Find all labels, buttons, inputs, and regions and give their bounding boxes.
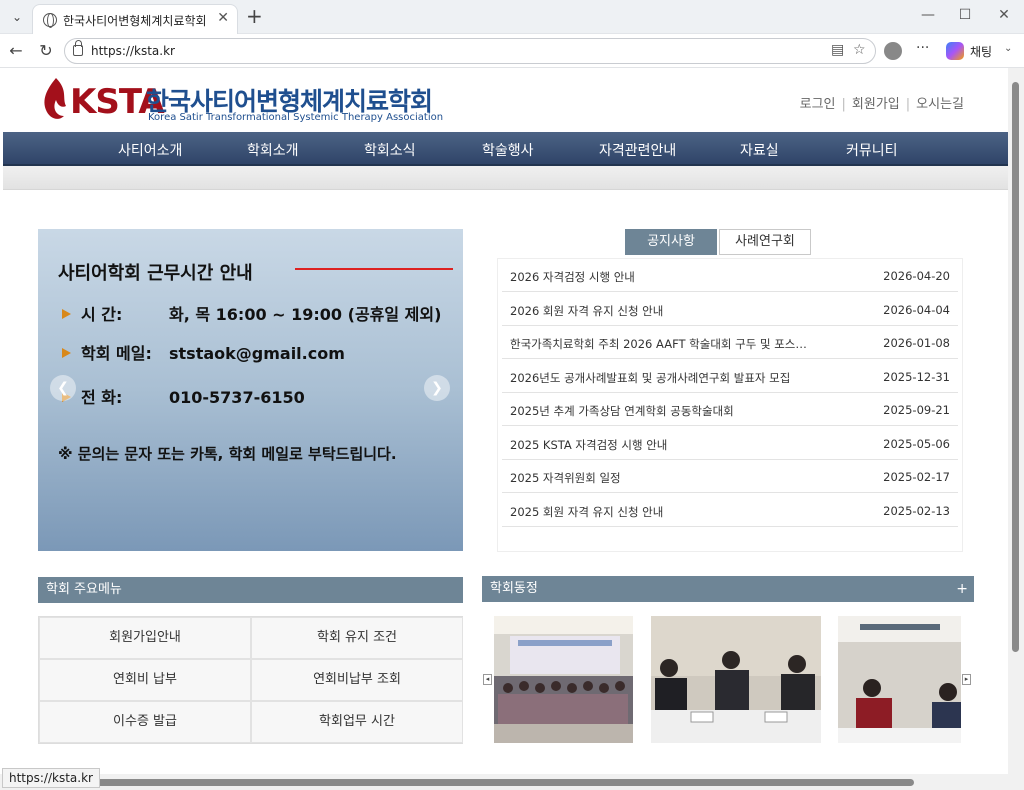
flame-logo-icon[interactable] <box>40 76 70 122</box>
tab-title: 한국사티어변형체계치료학회 <box>63 14 207 28</box>
tab-case-study[interactable]: 사례연구회 <box>719 229 811 255</box>
news-heading: 학회동정 <box>490 581 538 596</box>
browser-tab-bar: ⌄ 한국사티어변형체계치료학회 ✕ + — ☐ ✕ <box>0 0 1024 34</box>
list-item[interactable]: 2026년도 공개사례발표회 및 공개사례연구회 발표자 모집 2025-12-3… <box>502 360 958 393</box>
news-prev-icon[interactable]: ◂ <box>483 674 492 685</box>
banner-divider <box>295 268 453 270</box>
page-viewport: KSTA 한국사티어변형체계치료학회 Korea Satir Transform… <box>0 68 1024 790</box>
quick-menu-office-hours[interactable]: 학회업무 시간 <box>251 701 463 743</box>
directions-link[interactable]: 오시는길 <box>916 97 964 112</box>
tab-close-icon[interactable]: ✕ <box>217 10 229 26</box>
notice-list: 2026 자격검정 시행 안내 2026-04-20 2026 회원 자격 유지 … <box>497 258 963 552</box>
copilot-icon[interactable] <box>946 42 964 60</box>
maximize-icon[interactable]: ☐ <box>955 7 975 23</box>
news-photo-group[interactable] <box>494 616 633 743</box>
reload-icon[interactable]: ↻ <box>36 41 56 60</box>
list-item[interactable]: 2025 자격위원회 일정 2025-02-17 <box>502 460 958 493</box>
logo-english-name: Korea Satir Transformational Systemic Th… <box>148 112 444 123</box>
main-navigation: 사티어소개 학회소개 학회소식 학술행사 자격관련안내 자료실 커뮤니티 <box>3 132 1008 166</box>
address-bar[interactable]: https://ksta.kr ▤ ☆ <box>64 38 876 64</box>
vertical-scroll-thumb[interactable] <box>1012 82 1019 652</box>
back-icon[interactable]: ← <box>6 41 26 60</box>
list-item[interactable]: 2025 KSTA 자격검정 시행 안내 2025-05-06 <box>502 427 958 460</box>
tab-list-chevron-icon[interactable]: ⌄ <box>6 7 28 27</box>
minimize-icon[interactable]: — <box>918 7 938 23</box>
page-content: KSTA 한국사티어변형체계치료학회 Korea Satir Transform… <box>0 68 1008 790</box>
list-item[interactable]: 2026 자격검정 시행 안내 2026-04-20 <box>502 259 958 292</box>
nav-society-news[interactable]: 학회소식 <box>364 140 416 160</box>
triangle-bullet-icon <box>62 309 71 319</box>
nav-academic-events[interactable]: 학술행사 <box>482 140 534 160</box>
quick-menu-certificate[interactable]: 이수증 발급 <box>39 701 251 743</box>
banner-prev-icon[interactable]: ❮ <box>50 375 76 401</box>
list-item[interactable]: 2025년 추계 가족상담 연계학회 공동학술대회 2025-09-21 <box>502 393 958 426</box>
chevron-down-icon[interactable]: ⌄ <box>1004 43 1012 54</box>
nav-certification[interactable]: 자격관련안내 <box>599 140 676 160</box>
profile-avatar-icon[interactable] <box>884 42 902 60</box>
horizontal-scroll-thumb[interactable] <box>86 779 914 786</box>
news-photo-panel[interactable] <box>651 616 821 743</box>
banner-next-icon[interactable]: ❯ <box>424 375 450 401</box>
triangle-bullet-icon <box>62 348 71 358</box>
list-item[interactable]: 2025 회원 자격 유지 신청 안내 2025-02-13 <box>502 494 958 527</box>
globe-icon <box>43 13 57 28</box>
utility-links: 로그인 | 회원가입 | 오시는길 <box>799 97 964 112</box>
browser-toolbar: ← ↻ https://ksta.kr ▤ ☆ ··· 채팅 ⌄ <box>0 34 1024 68</box>
news-section-header: 학회동정 + <box>482 576 974 602</box>
office-hours-banner: 사티어학회 근무시간 안내 시 간: 화, 목 16:00 ~ 19:00 (공휴… <box>38 229 463 551</box>
banner-row-phone: 전 화: 010-5737-6150 <box>62 384 305 408</box>
window-close-icon[interactable]: ✕ <box>994 7 1014 23</box>
news-next-icon[interactable]: ▸ <box>962 674 971 685</box>
quick-menu-join[interactable]: 회원가입안내 <box>39 617 251 659</box>
more-plus-icon[interactable]: + <box>956 576 968 602</box>
url-text: https://ksta.kr <box>91 44 175 58</box>
quick-menu-maintenance[interactable]: 학회 유지 조건 <box>251 617 463 659</box>
banner-row-hours: 시 간: 화, 목 16:00 ~ 19:00 (공휴일 제외) <box>62 301 441 325</box>
browser-tab[interactable]: 한국사티어변형체계치료학회 ✕ <box>32 4 238 34</box>
lock-icon <box>73 40 83 56</box>
notice-board: 공지사항 사례연구회 2026 자격검정 시행 안내 2026-04-20 202… <box>497 229 963 552</box>
list-item[interactable]: 2026 회원 자격 유지 신청 안내 2026-04-04 <box>502 293 958 326</box>
more-options-icon[interactable]: ··· <box>916 40 929 56</box>
horizontal-scrollbar[interactable] <box>0 774 1008 790</box>
banner-note: ※ 문의는 문자 또는 카톡, 학회 메일로 부탁드립니다. <box>58 445 397 463</box>
list-item[interactable]: 한국가족치료학회 주최 2026 AAFT 학술대회 구두 및 포스터 ... 2… <box>502 326 958 359</box>
login-link[interactable]: 로그인 <box>800 97 836 112</box>
nav-society-intro[interactable]: 학회소개 <box>247 140 299 160</box>
signup-link[interactable]: 회원가입 <box>852 97 900 112</box>
reader-mode-icon[interactable]: ▤ <box>831 42 844 58</box>
quick-menu-fee-payment[interactable]: 연회비 납부 <box>39 659 251 701</box>
quick-menu-grid: 회원가입안내 학회 유지 조건 연회비 납부 연회비납부 조회 이수증 발급 학… <box>38 616 463 744</box>
tab-notices[interactable]: 공지사항 <box>625 229 717 255</box>
vertical-scrollbar[interactable] <box>1008 68 1024 790</box>
quick-menu-heading: 학회 주요메뉴 <box>38 577 463 603</box>
quick-menu-fee-lookup[interactable]: 연회비납부 조회 <box>251 659 463 701</box>
banner-row-email: 학회 메일: ststaok@gmail.com <box>62 340 345 364</box>
status-url-tooltip: https://ksta.kr <box>2 768 100 788</box>
news-photo-seminar[interactable] <box>838 616 961 743</box>
nav-archive[interactable]: 자료실 <box>740 140 779 160</box>
chat-label[interactable]: 채팅 <box>970 43 992 60</box>
nav-community[interactable]: 커뮤니티 <box>846 140 898 160</box>
banner-title: 사티어학회 근무시간 안내 <box>58 263 253 284</box>
nav-satir-intro[interactable]: 사티어소개 <box>118 140 182 160</box>
new-tab-icon[interactable]: + <box>246 6 263 26</box>
favorite-star-icon[interactable]: ☆ <box>853 42 866 58</box>
sub-navigation-bar <box>3 166 1008 190</box>
